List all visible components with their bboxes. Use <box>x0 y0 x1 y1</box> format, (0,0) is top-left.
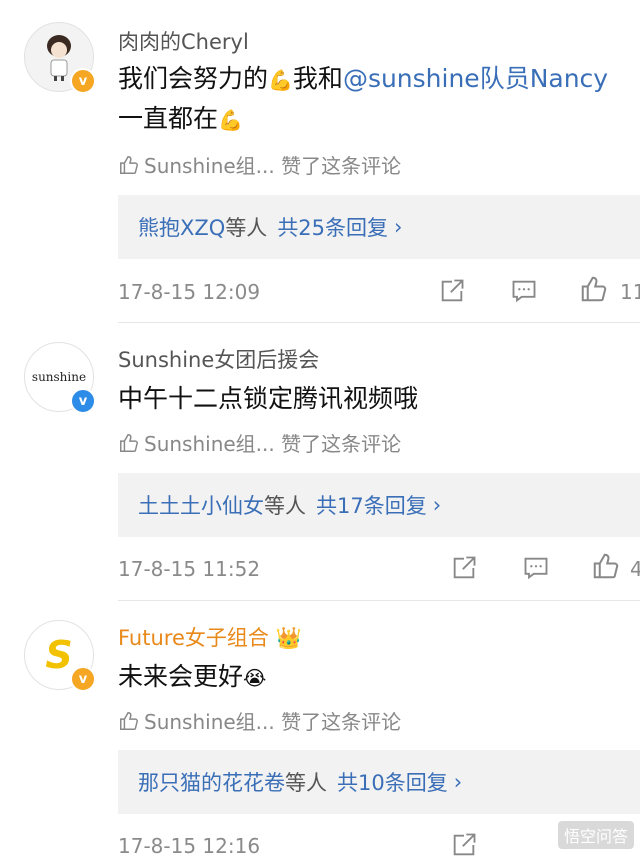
like-count: 4 <box>630 557 640 581</box>
flexed-biceps-icon: 💪 <box>218 108 243 132</box>
reply-etc: 等人 <box>285 771 327 795</box>
comment-text: 中午十二点锁定腾讯视频哦 <box>118 384 419 413</box>
liked-by-text: Sunshine组... 赞了这条评论 <box>144 154 402 178</box>
replies-link[interactable]: 那只猫的花花卷 等人 共10条回复 › <box>118 750 640 814</box>
reply-count: 共17条回复 <box>316 494 427 518</box>
reply-count: 共25条回复 <box>277 216 389 240</box>
comment-text: 我们会努力的💪我和@sunshine队员Nancy <box>118 58 608 101</box>
user-mention-link[interactable]: @sunshine队员Nancy <box>343 64 608 93</box>
like-button[interactable] <box>590 550 622 582</box>
divider <box>118 322 640 323</box>
liked-by-text: Sunshine组... 赞了这条评论 <box>144 432 402 456</box>
chevron-right-icon: › <box>394 215 403 239</box>
replies-link[interactable]: 土土土小仙女 等人 共17条回复 › <box>118 473 640 537</box>
share-button[interactable] <box>448 552 480 584</box>
reply-count: 共10条回复 <box>337 771 448 795</box>
divider <box>118 600 640 601</box>
thumbs-up-icon <box>120 433 138 452</box>
comment-icon <box>524 557 548 580</box>
replies-link[interactable]: 熊抱XZQ 等人 共25条回复 › <box>118 195 640 259</box>
share-button[interactable] <box>448 829 480 861</box>
share-icon <box>441 279 464 302</box>
crown-badge-icon: 👑 <box>275 626 302 650</box>
comment-author[interactable]: 肉肉的Cheryl <box>118 26 249 56</box>
share-button[interactable] <box>436 275 468 307</box>
reply-etc: 等人 <box>264 494 306 518</box>
chevron-right-icon: › <box>453 770 463 794</box>
like-count: 11 <box>620 280 640 304</box>
thumbs-up-icon <box>593 553 619 579</box>
verified-badge-icon: v <box>70 388 96 414</box>
thumbs-up-icon <box>581 276 607 302</box>
thumbs-up-icon <box>120 155 138 174</box>
verified-badge-icon: v <box>70 666 96 692</box>
reply-button[interactable] <box>508 275 540 307</box>
watermark: 悟空问答 <box>557 821 634 849</box>
liked-by-author: Sunshine组... 赞了这条评论 <box>118 150 401 179</box>
share-icon <box>453 833 476 856</box>
thumbs-up-icon <box>120 711 138 730</box>
comment-author[interactable]: Sunshine女团后援会 <box>118 344 319 374</box>
liked-by-author: Sunshine组... 赞了这条评论 <box>118 428 401 457</box>
comment-text-part: 未来会更好 <box>118 662 244 691</box>
flexed-biceps-icon: 💪 <box>268 68 293 92</box>
like-button[interactable] <box>578 273 610 305</box>
comment-text-part: 一直都在 <box>118 104 219 133</box>
reply-users: 土土土小仙女 <box>138 494 264 518</box>
comment-timestamp: 17-8-15 12:09 <box>118 280 261 304</box>
comment-timestamp: 17-8-15 11:52 <box>118 557 261 581</box>
crying-face-icon: 😭 <box>243 666 267 690</box>
comment-timestamp: 17-8-15 12:16 <box>118 834 261 858</box>
comment-text-line2: 一直都在💪 <box>118 98 243 141</box>
liked-by-text: Sunshine组... 赞了这条评论 <box>144 710 402 734</box>
avatar-logo-text: S <box>45 633 73 677</box>
share-icon <box>453 556 476 579</box>
chevron-right-icon: › <box>432 493 442 517</box>
comment-text-part: 我们会努力的 <box>118 64 269 93</box>
reply-users: 那只猫的花花卷 <box>138 771 285 795</box>
liked-by-author: Sunshine组... 赞了这条评论 <box>118 706 401 735</box>
reply-users: 熊抱XZQ <box>138 216 226 240</box>
verified-badge-icon: v <box>70 68 96 94</box>
comment-text-part: 我和 <box>292 64 343 93</box>
avatar-logo-text: sunshine <box>31 370 87 384</box>
comment-author[interactable]: Future女子组合 👑 <box>118 622 302 652</box>
comment-author-name: Future女子组合 <box>118 626 269 650</box>
comment-text: 未来会更好😭 <box>118 656 266 699</box>
reply-button[interactable] <box>520 552 552 584</box>
comment-icon <box>512 280 536 303</box>
reply-etc: 等人 <box>225 216 268 240</box>
